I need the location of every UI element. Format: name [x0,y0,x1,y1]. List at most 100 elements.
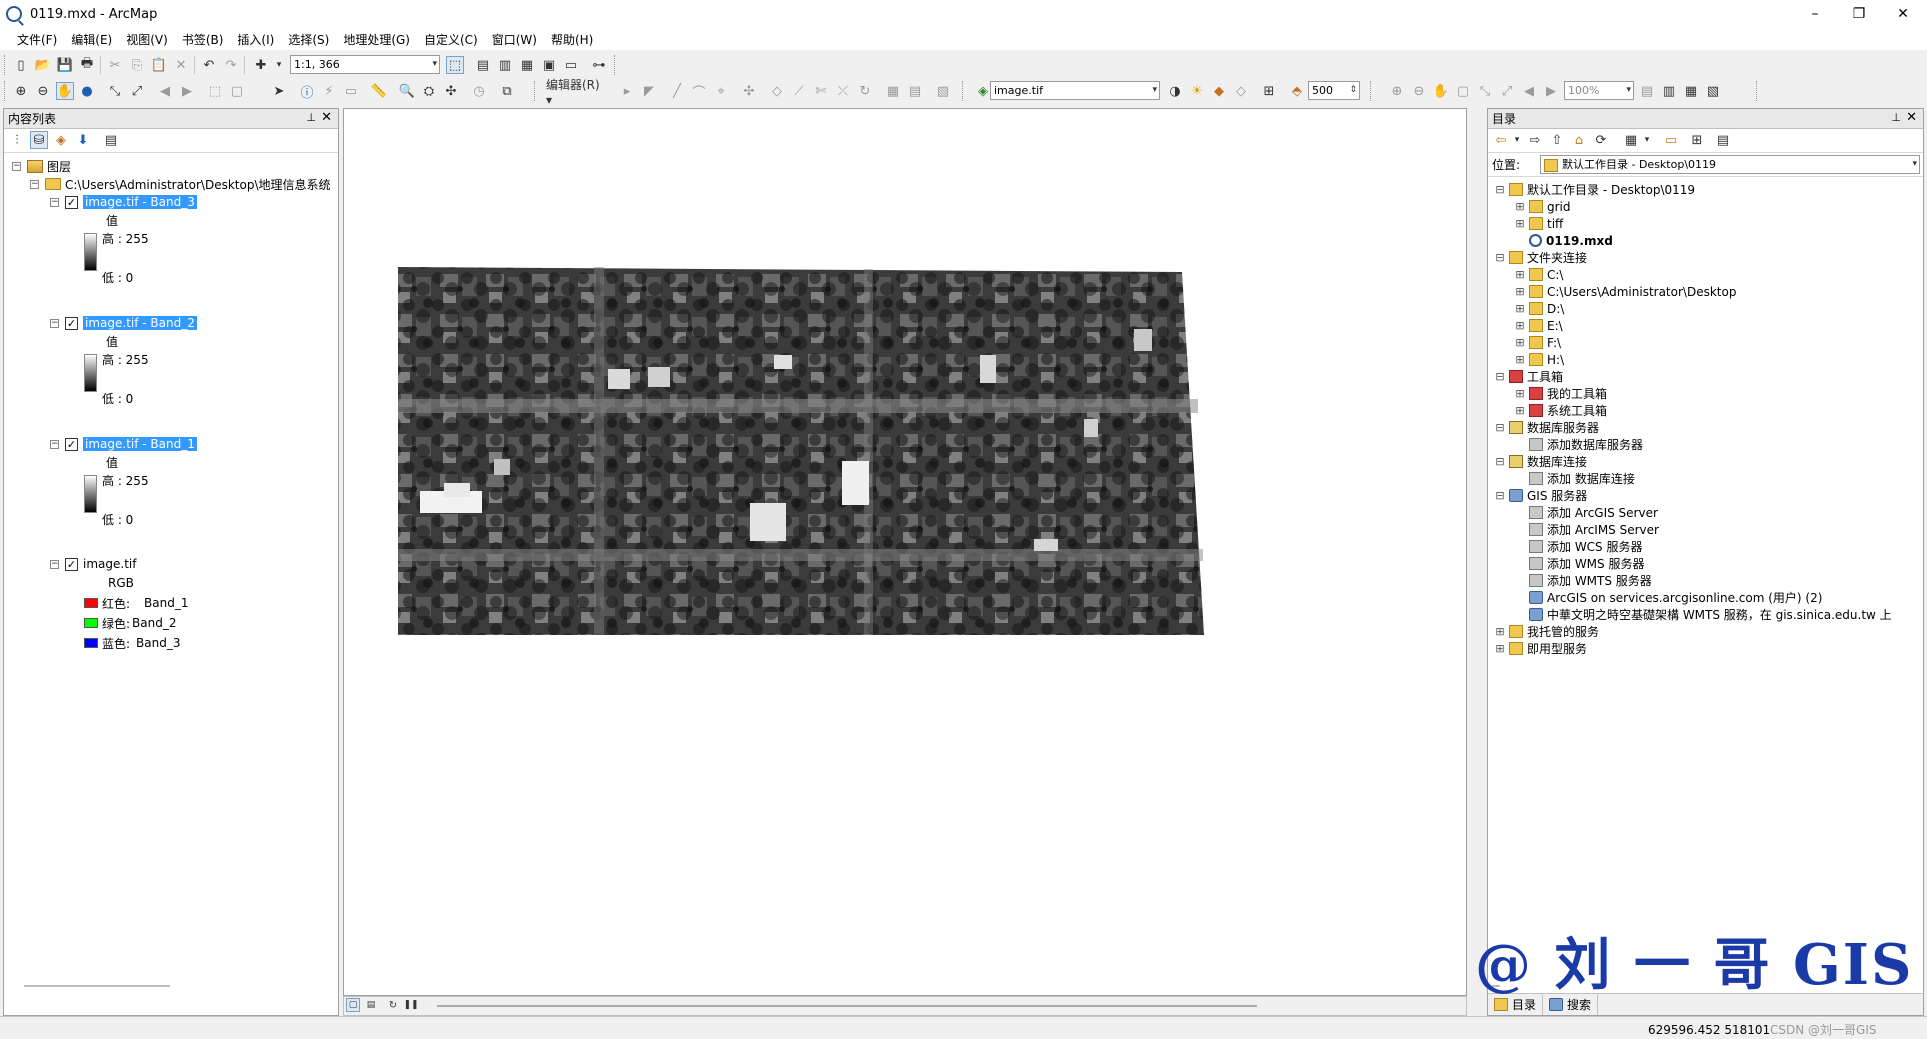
fixed-zoom-out-icon[interactable]: ⤢ [128,82,146,100]
editor-menu[interactable]: 编辑器(R) ▾ [546,78,606,107]
select-elements-icon[interactable]: ➤ [270,82,288,100]
layout-zoom-combobox[interactable]: 100% ▾ [1564,81,1634,100]
expand-toggle-icon[interactable]: ⊞ [1514,387,1526,400]
undo-icon[interactable]: ↶ [200,56,218,74]
layer-visibility-checkbox[interactable]: ✓ [65,316,78,330]
refresh-catalog-icon[interactable]: ⟳ [1592,131,1610,149]
expand-toggle-icon[interactable]: ⊞ [1494,625,1506,638]
catalog-item[interactable]: ⊞ C:\ [1514,266,1563,283]
catalog-item[interactable]: 添加 ArcIMS Server [1514,521,1659,538]
pan-hand-icon[interactable]: ✋ [56,82,74,100]
expand-toggle-icon[interactable]: ⊞ [1514,200,1526,213]
maximize-button[interactable]: ❐ [1837,0,1881,28]
fixed-zoom-in-icon[interactable]: ⤡ [106,82,124,100]
select-features-icon[interactable]: ⬚ [206,82,224,100]
home-folder-icon[interactable]: ⌂ [1570,131,1588,149]
contrast-icon[interactable]: ◑ [1166,82,1184,100]
focus-dataframe-icon[interactable]: ▥ [1660,82,1678,100]
location-combobox[interactable]: 默认工作目录 - Desktop\0119 ▾ [1540,155,1920,174]
add-data-icon[interactable]: ✚ [252,56,270,74]
toc-options-icon[interactable]: ▤ [102,131,120,149]
layout-full-page-icon[interactable]: ▢ [1454,82,1472,100]
zoom-in-icon[interactable]: ⊕ [12,82,30,100]
layout-forward-icon[interactable]: ▶ [1542,82,1560,100]
rotate-icon[interactable]: ↻ [856,82,874,100]
catalog-item[interactable]: ⊞ 我托管的服务 [1494,623,1599,640]
full-extent-icon[interactable]: ● [78,82,96,100]
back-extent-icon[interactable]: ◀ [156,82,174,100]
zoom-out-icon[interactable]: ⊖ [34,82,52,100]
menu-item-8[interactable]: 窗口(W) [485,31,544,48]
layout-view-icon[interactable]: ▤ [364,998,378,1012]
split-icon[interactable]: ⤫ [834,82,852,100]
minimize-button[interactable]: – [1793,0,1837,28]
catalog-item[interactable]: ⊞ E:\ [1514,317,1562,334]
catalog-item[interactable]: 添加 数据库连接 [1514,470,1635,487]
menu-item-7[interactable]: 自定义(C) [417,31,485,48]
menu-item-3[interactable]: 书签(B) [175,31,231,48]
time-slider-icon[interactable]: ◷ [470,82,488,100]
map-horizontal-scrollbar[interactable] [437,1005,1257,1007]
cut-icon[interactable]: ✂ [106,56,124,74]
create-features-icon[interactable]: ▧ [934,82,952,100]
menu-item-5[interactable]: 选择(S) [281,31,336,48]
catalog-item[interactable]: ⊟ 数据库服务器 [1494,419,1599,436]
menu-item-2[interactable]: 视图(V) [119,31,175,48]
expand-toggle-icon[interactable]: ⊞ [1514,353,1526,366]
connect-folder-icon[interactable]: ▭ [1662,131,1680,149]
catalog-item[interactable]: ⊞ 我的工具箱 [1514,385,1607,402]
point-icon[interactable]: ✣ [740,82,758,100]
delete-icon[interactable]: ✕ [172,56,190,74]
catalog-window-icon[interactable]: ▥ [496,56,514,74]
toc-horizontal-scrollbar[interactable] [24,985,170,987]
catalog-item[interactable]: 0119.mxd [1514,232,1613,249]
list-by-visibility-icon[interactable]: ◈ [52,131,70,149]
redo-icon[interactable]: ↷ [222,56,240,74]
toc-layer-band2[interactable]: − ✓ image.tif - Band_2 [50,314,197,332]
search-window-icon[interactable]: ▦ [518,56,536,74]
up-one-level-icon[interactable]: ⇧ [1548,131,1566,149]
list-by-source-icon[interactable]: ⛁ [30,131,48,149]
arctoolbox-icon[interactable]: ▣ [540,56,558,74]
catalog-pin-icon[interactable]: ⊥ [1891,111,1901,124]
edit-annotation-icon[interactable]: ◤ [640,82,658,100]
menu-item-0[interactable]: 文件(F) [10,31,64,48]
back-dropdown-icon[interactable]: ▾ [1508,131,1526,149]
endpoint-arc-icon[interactable]: ⌒ [690,82,708,101]
measure-icon[interactable]: 📏 [370,82,388,100]
menu-item-4[interactable]: 插入(I) [230,31,281,48]
data-view-icon[interactable]: ▢ [346,998,360,1012]
pause-drawing-icon[interactable]: ❚❚ [403,998,418,1012]
catalog-close-icon[interactable]: ✕ [1906,110,1917,125]
georeferencing-icon[interactable]: ⊞ [1260,82,1278,100]
toc-close-icon[interactable]: ✕ [321,110,332,125]
layout-zoom-in-icon[interactable]: ⊕ [1388,82,1406,100]
catalog-item[interactable]: ⊟ 默认工作目录 - Desktop\0119 [1494,181,1695,198]
trace-icon[interactable]: ⌖ [712,82,730,100]
toggle-contents-icon[interactable]: ⊞ [1688,131,1706,149]
catalog-item[interactable]: ⊞ D:\ [1514,300,1564,317]
print-icon[interactable]: 🖶 [78,56,96,74]
effects-layer-combobox[interactable]: image.tif ▾ [990,81,1160,100]
expand-toggle-icon[interactable]: ⊞ [1494,642,1506,655]
catalog-options-icon[interactable]: ▤ [1714,131,1732,149]
change-layout-icon[interactable]: ▦ [1682,82,1700,100]
expand-toggle-icon[interactable]: ⊞ [1514,285,1526,298]
paste-icon[interactable]: 📋 [150,56,168,74]
close-window-button[interactable]: ✕ [1881,0,1925,28]
map-view[interactable] [343,108,1467,996]
brightness-icon[interactable]: ☀ [1188,82,1206,100]
open-folder-icon[interactable]: 📂 [34,56,52,74]
layout-fixed-zoom-in-icon[interactable]: ⤡ [1476,82,1494,100]
layer-visibility-checkbox[interactable]: ✓ [65,195,78,209]
expand-toggle-icon[interactable]: ⊟ [1494,251,1506,264]
add-data-dropdown-icon[interactable]: ▾ [270,56,288,74]
copy-icon[interactable]: ⎘ [128,56,146,74]
layer-visibility-checkbox[interactable]: ✓ [65,557,78,571]
catalog-item[interactable]: ⊞ 即用型服务 [1494,640,1587,657]
value-spinner[interactable]: 500 ⇕ [1308,81,1360,100]
new-document-icon[interactable]: ▯ [12,56,30,74]
toc-root-layers[interactable]: − 图层 [12,157,71,175]
toc-layer-band1[interactable]: − ✓ image.tif - Band_1 [50,435,197,453]
clear-selection-icon[interactable]: ▢ [228,82,246,100]
